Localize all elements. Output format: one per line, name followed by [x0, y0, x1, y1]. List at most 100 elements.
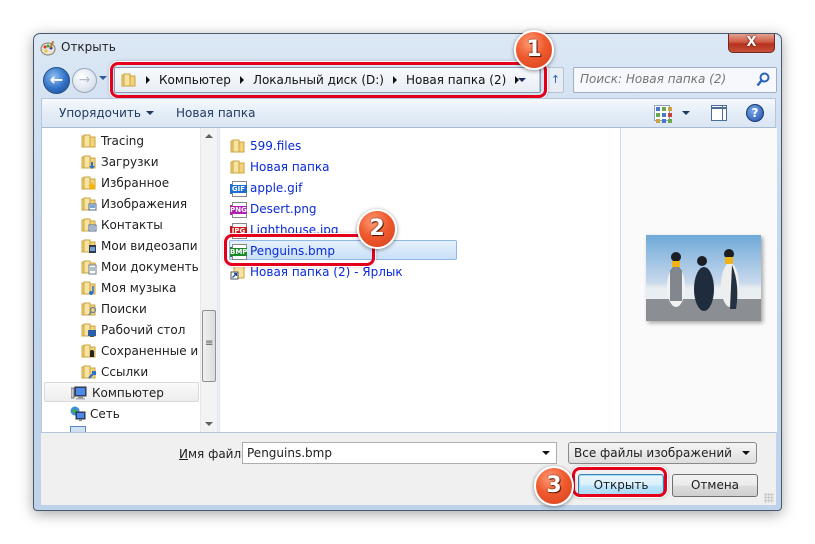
- scrollbar-thumb[interactable]: [202, 310, 216, 382]
- chevron-down-icon: [145, 111, 154, 115]
- sidebar-item[interactable]: Мои видеозаписи: [81, 236, 198, 256]
- address-divider: [539, 68, 540, 92]
- file-item[interactable]: BMP Penguins.bmp: [229, 240, 457, 260]
- sidebar-item[interactable]: Изображения: [81, 194, 198, 214]
- file-item[interactable]: JPG Lighthouse.jpg: [230, 220, 460, 240]
- documents-folder-icon: [81, 259, 97, 275]
- forward-button[interactable]: →: [72, 68, 97, 93]
- sidebar-item[interactable]: Компьютер: [44, 382, 199, 402]
- sidebar-item[interactable]: Tracing: [81, 131, 198, 151]
- sidebar-item-label: Ссылки: [101, 365, 149, 379]
- sidebar-item-label: Моя музыка: [101, 281, 177, 295]
- desktop-folder-icon: [81, 322, 97, 338]
- help-icon[interactable]: ?: [746, 104, 764, 122]
- folder-icon: [230, 138, 247, 154]
- new-folder-button[interactable]: Новая папка: [176, 106, 255, 120]
- file-type-dropdown-icon: [742, 451, 750, 455]
- sidebar-item[interactable]: Мои документы: [81, 257, 198, 277]
- sidebar-item[interactable]: Загрузки: [81, 152, 198, 172]
- sidebar-item[interactable]: Сеть: [70, 404, 198, 424]
- breadcrumb-new-folder-2[interactable]: Новая папка (2): [406, 73, 506, 87]
- organize-button[interactable]: Упорядочить: [59, 106, 154, 120]
- sidebar-item[interactable]: Сохраненные игры: [81, 341, 198, 361]
- search-box[interactable]: [573, 67, 777, 93]
- file-item[interactable]: GIF apple.gif: [230, 178, 460, 198]
- close-button[interactable]: X: [728, 34, 775, 53]
- file-item[interactable]: Новая папка: [230, 157, 460, 177]
- filename-combobox[interactable]: [242, 442, 557, 464]
- filename-dropdown-icon[interactable]: [542, 451, 550, 455]
- cancel-button[interactable]: Отмена: [672, 474, 758, 497]
- open-button[interactable]: Открыть: [578, 474, 664, 497]
- file-name: Penguins.bmp: [250, 244, 335, 258]
- file-name: Новая папка: [250, 160, 330, 174]
- downloads-folder-icon: [81, 154, 97, 170]
- sidebar-item-label: Загрузки: [101, 155, 159, 169]
- searches-folder-icon: [81, 301, 97, 317]
- breadcrumb-computer[interactable]: Компьютер: [159, 73, 231, 87]
- penguins-preview-image: [646, 235, 761, 321]
- shortcut-icon: [230, 264, 247, 280]
- title-bar: Открыть X: [34, 34, 781, 62]
- sidebar-item-label: Рабочий стол: [101, 323, 186, 337]
- favorites-folder-icon: [81, 175, 97, 191]
- breadcrumb-arrow-icon[interactable]: [392, 76, 397, 84]
- videos-folder-icon: [81, 238, 97, 254]
- pictures-folder-icon: [81, 196, 97, 212]
- filename-input[interactable]: [247, 446, 527, 460]
- file-item[interactable]: Новая папка (2) - Ярлык: [230, 262, 460, 282]
- music-folder-icon: [81, 280, 97, 296]
- sidebar-item-label: Мои документы: [101, 260, 198, 274]
- view-options-dropdown-icon[interactable]: [682, 111, 690, 115]
- command-bar: Упорядочить Новая папка ?: [41, 98, 776, 128]
- navigation-scrollbar[interactable]: [200, 128, 217, 432]
- sidebar-item[interactable]: Моя музыка: [81, 278, 198, 298]
- history-dropdown-icon[interactable]: [99, 76, 107, 80]
- sidebar-item[interactable]: Ссылки: [81, 362, 198, 382]
- step-3-badge: 3: [534, 466, 574, 506]
- address-bar[interactable]: Компьютер Локальный диск (D:) Новая папк…: [114, 67, 541, 93]
- sidebar-item-label: Поиски: [101, 302, 147, 316]
- file-type-select[interactable]: Все файлы изображений: [568, 442, 757, 464]
- content-area: Tracing Загрузки Избранное Изображения Конта…: [41, 128, 777, 433]
- breadcrumb-arrow-icon[interactable]: [146, 76, 150, 84]
- sidebar-item[interactable]: Поиски: [81, 299, 198, 319]
- sidebar-item-label: Избранное: [101, 176, 170, 190]
- file-type-value: Все файлы изображений: [574, 446, 732, 460]
- breadcrumb-local-disk[interactable]: Локальный диск (D:): [253, 73, 384, 87]
- file-type-badge: GIF: [230, 181, 247, 197]
- sidebar-item-label: Мои видеозаписи: [101, 239, 198, 253]
- sidebar-item-label: Сохраненные игры: [101, 344, 198, 358]
- folder-icon: [81, 133, 97, 149]
- refresh-button[interactable]: ↑: [548, 67, 564, 93]
- app-icon: [40, 40, 56, 56]
- file-item[interactable]: PNG Desert.png: [230, 199, 460, 219]
- file-item[interactable]: 599.files: [230, 136, 460, 156]
- png-file-icon: PNG: [230, 201, 247, 218]
- sidebar-item[interactable]: Избранное: [81, 173, 198, 193]
- scroll-down-icon[interactable]: [205, 422, 213, 426]
- sidebar-item[interactable]: Контакты: [81, 215, 198, 235]
- gif-file-icon: GIF: [230, 180, 247, 197]
- sidebar-item-label: Контакты: [101, 218, 163, 232]
- step-1-badge: 1: [514, 30, 554, 70]
- links-folder-icon: [81, 364, 97, 380]
- breadcrumb-arrow-icon[interactable]: [239, 76, 244, 84]
- file-type-badge: PNG: [230, 202, 247, 218]
- file-name: Новая папка (2) - Ярлык: [250, 265, 403, 279]
- preview-pane-icon[interactable]: [711, 105, 727, 121]
- search-icon[interactable]: [756, 72, 770, 88]
- folder-icon: [230, 159, 247, 175]
- resize-grip[interactable]: [764, 493, 774, 503]
- file-name: apple.gif: [250, 181, 303, 195]
- back-button[interactable]: ←: [43, 67, 70, 94]
- sidebar-item[interactable]: Рабочий стол: [81, 320, 198, 340]
- address-dropdown-icon[interactable]: [518, 78, 526, 82]
- file-list: 599.files Новая папка GIF apple.gif PNG Deser…: [220, 128, 616, 432]
- file-type-badge: JPG: [230, 223, 247, 239]
- open-file-dialog: Открыть X ← → Компьютер Локальный диск (…: [33, 30, 782, 511]
- organize-label: Упорядочить: [59, 106, 141, 120]
- scroll-up-icon[interactable]: [205, 134, 213, 138]
- search-input[interactable]: [580, 72, 750, 86]
- change-view-icon[interactable]: [654, 105, 672, 123]
